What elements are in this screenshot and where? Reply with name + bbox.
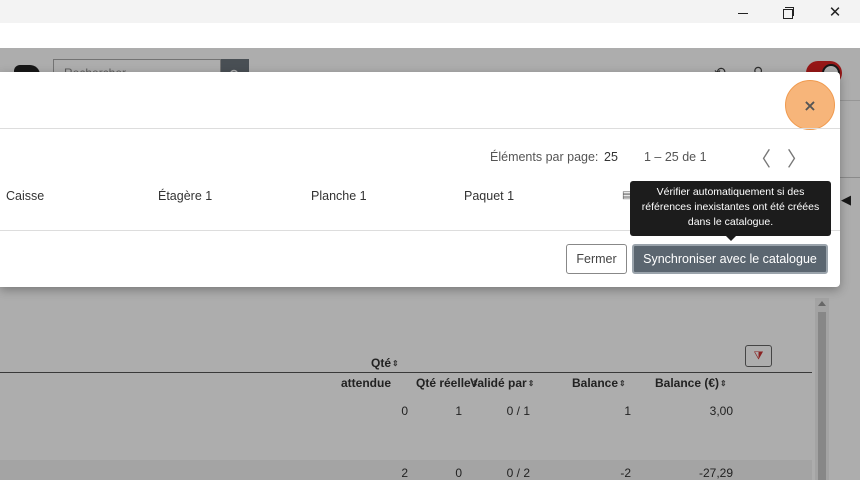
chevron-left-icon: 〈	[751, 146, 771, 171]
column-paquet: Paquet 1	[464, 189, 515, 203]
close-icon: ✕	[828, 2, 842, 21]
minimize-icon	[738, 13, 748, 14]
previous-page-button[interactable]: 〈	[748, 144, 774, 171]
window-titlebar: ✕	[0, 0, 860, 23]
modal-header-divider	[0, 128, 840, 129]
sync-tooltip: Vérifier automatiquement si des référenc…	[630, 181, 831, 241]
modal-close-button[interactable]: ×	[785, 80, 835, 130]
window-close-button[interactable]: ✕	[815, 0, 855, 23]
minimize-button[interactable]	[723, 0, 763, 23]
restore-button[interactable]	[768, 0, 808, 23]
pagination-range: 1 – 25 de 1	[644, 150, 707, 164]
column-etagere: Étagère 1	[158, 189, 213, 203]
restore-icon	[783, 6, 794, 19]
column-caisse: Caisse	[6, 189, 45, 203]
next-page-button[interactable]: 〉	[784, 144, 810, 171]
close-icon: ×	[803, 95, 817, 115]
items-per-page-label: Éléments par page:	[490, 150, 599, 164]
sync-catalog-button[interactable]: Synchroniser avec le catalogue	[632, 244, 828, 274]
close-modal-button[interactable]: Fermer	[566, 244, 627, 274]
sync-modal: × Éléments par page: 25 1 – 25 de 1 〈 〉 …	[0, 72, 840, 287]
chevron-right-icon: 〉	[787, 146, 807, 171]
column-planche: Planche 1	[311, 189, 367, 203]
items-per-page-select[interactable]: 25	[604, 150, 618, 164]
